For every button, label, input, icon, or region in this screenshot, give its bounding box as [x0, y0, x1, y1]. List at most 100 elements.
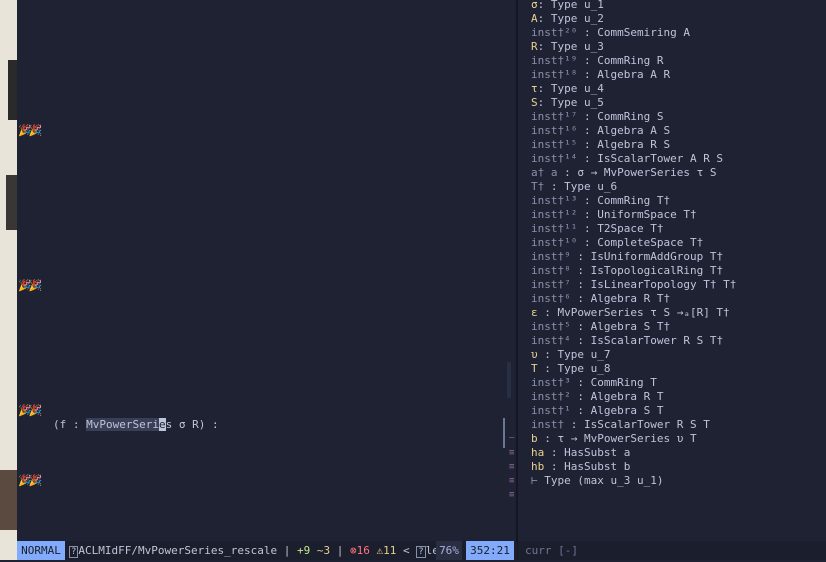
hypothesis-line[interactable]: inst†¹⁹ : CommRing R: [531, 54, 663, 68]
hypothesis-line[interactable]: inst†¹⁵ : Algebra R S: [531, 138, 670, 152]
hypothesis-type: : Algebra R T†: [570, 292, 671, 305]
code-suffix: σ R) :: [172, 418, 219, 431]
hypothesis-type: : CommRing T†: [577, 194, 671, 207]
hypothesis-name: σ: [531, 0, 538, 11]
background-shape: [6, 175, 17, 230]
hypothesis-type: : Algebra A S: [577, 124, 671, 137]
hypothesis-type: : CommRing S: [577, 110, 664, 123]
hypothesis-type: : Type u_6: [544, 180, 618, 193]
hypothesis-line[interactable]: inst†¹ : Algebra S T: [531, 404, 663, 418]
text-cursor: e: [158, 418, 166, 431]
hypothesis-name: inst†¹¹: [531, 222, 578, 235]
hypothesis-type: : IsScalarTower R S T: [564, 418, 710, 431]
hypothesis-name: ε: [531, 306, 538, 319]
hypothesis-type: : τ → MvPowerSeries υ T: [537, 432, 697, 445]
hypothesis-line[interactable]: inst†⁸ : IsTopologicalRing T†: [531, 264, 723, 278]
hypothesis-line[interactable]: τ: Type u_4: [531, 82, 604, 96]
separator: |: [336, 544, 344, 557]
hypothesis-line[interactable]: inst†⁵ : Algebra S T†: [531, 320, 670, 334]
hypothesis-type: : IsScalarTower R S T†: [570, 334, 724, 347]
hypothesis-line[interactable]: inst†³ : CommRing T: [531, 376, 657, 390]
goal-line[interactable]: ⊢ Type (max u_3 u_1): [531, 474, 663, 488]
hypothesis-name: inst†²: [531, 390, 571, 403]
file-type-icon: ?: [69, 546, 79, 558]
party-popper-icon: 🎉🎉: [18, 474, 42, 487]
hypothesis-line[interactable]: inst†⁶ : Algebra R T†: [531, 292, 670, 306]
hypothesis-line[interactable]: inst†¹³ : CommRing T†: [531, 194, 670, 208]
hypothesis-name: inst†⁴: [531, 334, 571, 347]
hypothesis-type: : Algebra R T: [570, 390, 664, 403]
scroll-percent: 76%: [436, 541, 462, 560]
diff-sign-icon: ≡: [509, 448, 515, 458]
hypothesis-line[interactable]: a† a : σ → MvPowerSeries τ S: [531, 166, 716, 180]
warning-count: 11: [383, 544, 397, 557]
hypothesis-line[interactable]: T : Type u_8: [531, 362, 610, 376]
hypothesis-line[interactable]: inst†¹⁷ : CommRing S: [531, 110, 663, 124]
hypothesis-line[interactable]: inst†² : Algebra R T: [531, 390, 663, 404]
hypothesis-line[interactable]: hb : HasSubst b: [531, 460, 630, 474]
code-line[interactable]: (f : MvPowerSeries σ R) :: [53, 418, 219, 431]
hypothesis-name: inst†: [531, 418, 565, 431]
hypothesis-line[interactable]: inst†¹⁴ : IsScalarTower A R S: [531, 152, 723, 166]
hypothesis-name: a† a: [531, 166, 558, 179]
infoview-status-label: curr [-]: [525, 544, 578, 557]
hypothesis-line[interactable]: inst†¹² : UniformSpace T†: [531, 208, 697, 222]
hypothesis-line[interactable]: b : τ → MvPowerSeries υ T: [531, 432, 697, 446]
hypothesis-line[interactable]: ε : MvPowerSeries τ S →ₐ[R] T†: [531, 306, 730, 320]
hypothesis-line[interactable]: inst†⁴ : IsScalarTower R S T†: [531, 334, 723, 348]
separator: <: [402, 544, 410, 557]
hypothesis-name: R: [531, 40, 538, 53]
goal-symbol: ⊢: [531, 474, 538, 487]
error-icon: ⊗: [349, 544, 357, 557]
hypothesis-name: inst†¹⁰: [531, 236, 578, 249]
hypothesis-name: inst†⁵: [531, 320, 571, 333]
hypothesis-name: inst†¹⁷: [531, 110, 578, 123]
hypothesis-line[interactable]: inst†⁹ : IsUniformAddGroup T†: [531, 250, 723, 264]
lean-infoview[interactable]: σ: Type u_1 A: Type u_2 inst†²⁰ : CommSemi…: [518, 0, 826, 541]
hypothesis-line[interactable]: R: Type u_3: [531, 40, 604, 54]
hypothesis-name: inst†¹⁵: [531, 138, 578, 151]
hypothesis-name: inst†⁷: [531, 278, 571, 291]
hypothesis-line[interactable]: ha : HasSubst a: [531, 446, 630, 460]
cursor-position: 352:21: [466, 541, 514, 560]
diff-sign-icon: –: [509, 433, 515, 443]
hypothesis-type: : Type u_8: [537, 362, 611, 375]
hypothesis-type: : Type u_4: [537, 82, 604, 95]
hypothesis-name: υ: [531, 348, 538, 361]
hypothesis-type: : HasSubst a: [544, 446, 631, 459]
hypothesis-line[interactable]: inst† : IsScalarTower R S T: [531, 418, 710, 432]
hypothesis-type: : σ → MvPowerSeries τ S: [557, 166, 717, 179]
diff-added-count: +9: [296, 544, 311, 557]
hypothesis-line[interactable]: A: Type u_2: [531, 12, 604, 26]
background-shape: [8, 60, 17, 120]
hypothesis-line[interactable]: υ : Type u_7: [531, 348, 610, 362]
code-prefix: (f :: [53, 418, 87, 431]
hypothesis-line[interactable]: σ: Type u_1: [531, 0, 604, 12]
hypothesis-name: τ: [531, 82, 538, 95]
hypothesis-type: : IsUniformAddGroup T†: [570, 250, 724, 263]
hypothesis-name: T†: [531, 180, 545, 193]
hypothesis-type: : CompleteSpace T†: [577, 236, 704, 249]
hypothesis-line[interactable]: T† : Type u_6: [531, 180, 617, 194]
hypothesis-line[interactable]: inst†¹⁸ : Algebra A R: [531, 68, 670, 82]
hypothesis-line[interactable]: inst†¹⁰ : CompleteSpace T†: [531, 236, 703, 250]
hypothesis-type: : IsTopologicalRing T†: [570, 264, 724, 277]
hypothesis-line[interactable]: inst†²⁰ : CommSemiring A: [531, 26, 690, 40]
scrollbar[interactable]: [507, 362, 511, 398]
hypothesis-line[interactable]: inst†⁷ : IsLinearTopology T† T†: [531, 278, 736, 292]
hypothesis-line[interactable]: inst†¹⁶ : Algebra A S: [531, 124, 670, 138]
diff-sign-icon: ≡: [509, 476, 515, 486]
hypothesis-line[interactable]: S: Type u_5: [531, 96, 604, 110]
hypothesis-type: : IsScalarTower A R S: [577, 152, 724, 165]
hypothesis-line[interactable]: inst†¹¹ : T2Space T†: [531, 222, 663, 236]
file-path: ACLMIdFF/MvPowerSeries_rescale: [78, 544, 278, 557]
hypothesis-name: inst†¹²: [531, 208, 578, 221]
hypothesis-name: T: [531, 362, 538, 375]
hypothesis-name: inst†⁸: [531, 264, 571, 277]
hypothesis-name: ha: [531, 446, 545, 459]
file-info[interactable]: ? ACLMIdFF/MvPowerSeries_rescale | +9 ~3 …: [69, 541, 452, 560]
hypothesis-type: : Type u_7: [537, 348, 611, 361]
editor-pane[interactable]: 🎉🎉 🎉🎉 🎉🎉 🎉🎉 (f : MvPowerSeries σ R) : – …: [17, 0, 517, 541]
hypothesis-name: S: [531, 96, 538, 109]
party-popper-icon: 🎉🎉: [18, 124, 42, 137]
